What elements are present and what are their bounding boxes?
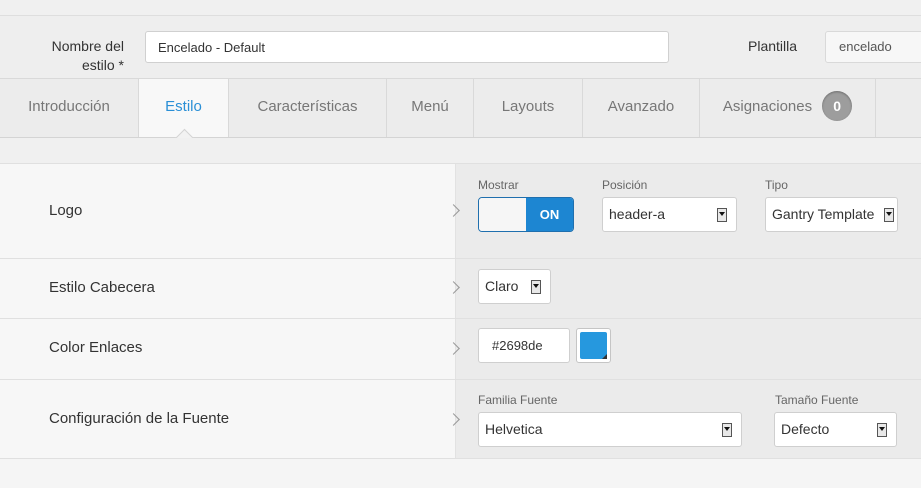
style-header: Nombre del estilo * Plantilla encelado (0, 16, 921, 79)
logo-type-select[interactable]: Gantry Template (765, 197, 898, 232)
logo-position-select[interactable]: header-a (602, 197, 737, 232)
header-style-select[interactable]: Claro (478, 269, 551, 304)
color-picker-corner-icon (602, 354, 607, 359)
style-name-input[interactable] (145, 31, 669, 63)
font-family-label: Familia Fuente (478, 393, 558, 407)
tab-introduccion[interactable]: Introducción (0, 79, 139, 137)
chevron-right-icon (449, 344, 461, 356)
select-arrow-icon (884, 208, 894, 222)
tab-asignaciones[interactable]: Asignaciones 0 (700, 79, 876, 137)
setting-label-column: Color Enlaces (0, 319, 455, 379)
tab-avanzado[interactable]: Avanzado (583, 79, 700, 137)
font-size-select[interactable]: Defecto (774, 412, 897, 447)
assignments-count-badge: 0 (822, 90, 853, 121)
top-strip (0, 0, 921, 16)
tab-caracteristicas[interactable]: Características (229, 79, 387, 137)
link-color-swatch[interactable] (576, 328, 611, 363)
tab-layouts[interactable]: Layouts (474, 79, 583, 137)
select-arrow-icon (717, 208, 727, 222)
toggle-on-label: ON (526, 198, 573, 231)
select-value: Claro (485, 278, 519, 294)
setting-label-column: Configuración de la Fuente (0, 380, 455, 459)
setting-label-column: Estilo Cabecera (0, 259, 455, 318)
logo-show-toggle[interactable]: ON (478, 197, 574, 232)
tab-label: Introducción (28, 98, 110, 115)
select-arrow-icon (722, 423, 732, 437)
style-name-label: Nombre del estilo * (51, 38, 124, 73)
logo-show-label: Mostrar (478, 178, 519, 192)
tab-label: Layouts (501, 98, 555, 115)
tab-label: Menú (411, 98, 449, 115)
tab-bar: Introducción Estilo Características Menú… (0, 79, 921, 148)
tab-label: Avanzado (607, 98, 675, 115)
setting-row-link-color: Color Enlaces (0, 318, 921, 379)
tab-label: Estilo (165, 98, 202, 115)
setting-label-column: Logo (0, 164, 455, 258)
select-value: Gantry Template (772, 206, 875, 222)
template-field: encelado (825, 31, 921, 63)
select-value: header-a (609, 206, 666, 222)
select-arrow-icon (877, 423, 887, 437)
font-family-select[interactable]: Helvetica (478, 412, 742, 447)
section-spacer (0, 138, 921, 163)
select-value: Helvetica (485, 421, 543, 437)
font-size-label: Tamaño Fuente (775, 393, 859, 407)
logo-position-label: Posición (602, 178, 648, 192)
tab-estilo[interactable]: Estilo (139, 79, 229, 148)
chevron-right-icon (449, 206, 461, 218)
logo-label: Logo (49, 202, 83, 219)
chevron-right-icon (449, 415, 461, 427)
logo-type-label: Tipo (765, 178, 788, 192)
tab-label: Características (257, 98, 358, 115)
link-color-input[interactable] (478, 328, 570, 363)
font-config-label: Configuración de la Fuente (49, 410, 230, 427)
chevron-right-icon (449, 283, 461, 295)
link-color-label: Color Enlaces (49, 339, 143, 356)
tab-label: Asignaciones (722, 98, 813, 115)
template-label: Plantilla (748, 38, 798, 54)
setting-row-header-style: Estilo Cabecera (0, 258, 921, 318)
bottom-spacer (0, 458, 921, 488)
header-style-label: Estilo Cabecera (49, 279, 155, 296)
select-value: Defecto (781, 421, 830, 437)
select-arrow-icon (531, 280, 541, 294)
tab-menu[interactable]: Menú (387, 79, 474, 137)
toggle-knob (479, 198, 527, 231)
